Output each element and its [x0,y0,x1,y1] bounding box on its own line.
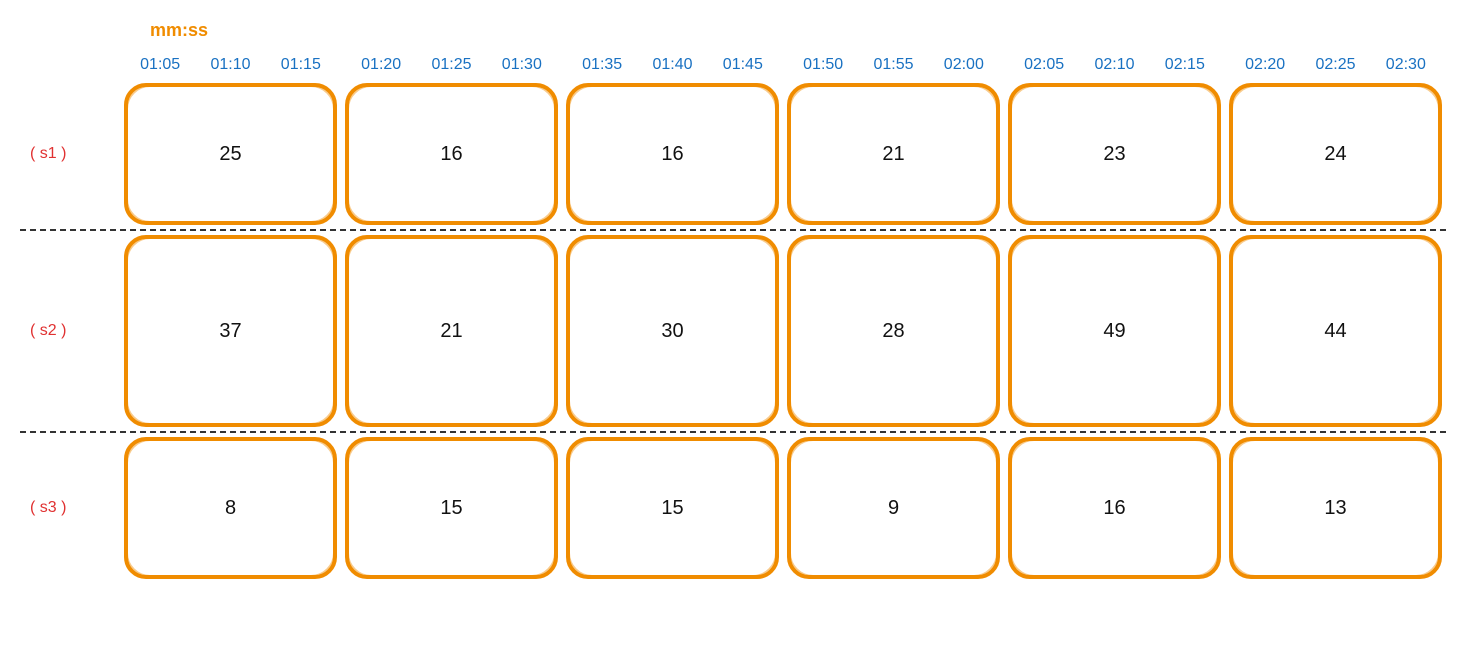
cell-s1-4: 23 [1008,83,1221,225]
time-header-col-1: 01:20 01:25 01:30 [341,56,562,79]
time-tick: 01:55 [873,56,913,74]
cell-s1-1: 16 [345,83,558,225]
cell-s1-5: 24 [1229,83,1442,225]
time-tick: 01:25 [431,56,471,74]
time-tick: 01:50 [803,56,843,74]
time-header-col-4: 02:05 02:10 02:15 [1004,56,1225,79]
row-label-s2: ( s2 ) [20,231,120,431]
time-tick: 01:20 [361,56,401,74]
cell-s1-0: 25 [124,83,337,225]
time-format-label: mm:ss [120,20,341,41]
chart-grid: mm:ss 01:05 01:10 01:15 01:20 01:25 01:3… [20,20,1446,583]
cell-s2-1: 21 [345,235,558,427]
row-label-s3: ( s3 ) [20,433,120,583]
time-tick: 02:25 [1315,56,1355,74]
time-tick: 01:35 [582,56,622,74]
time-header-col-5: 02:20 02:25 02:30 [1225,56,1446,79]
cell-s1-3: 21 [787,83,1000,225]
cell-s3-3: 9 [787,437,1000,579]
time-tick: 02:00 [944,56,984,74]
time-header-col-2: 01:35 01:40 01:45 [562,56,783,79]
time-tick: 01:45 [723,56,763,74]
cell-s3-0: 8 [124,437,337,579]
cell-s2-5: 44 [1229,235,1442,427]
cell-s3-2: 15 [566,437,779,579]
row-label-s1: ( s1 ) [20,79,120,229]
corner-empty [20,20,120,56]
cell-s3-5: 13 [1229,437,1442,579]
time-header-col-3: 01:50 01:55 02:00 [783,56,1004,79]
time-tick: 01:30 [502,56,542,74]
time-tick: 02:30 [1386,56,1426,74]
time-tick: 01:15 [281,56,321,74]
cell-s2-2: 30 [566,235,779,427]
time-tick: 01:10 [210,56,250,74]
time-tick: 02:10 [1094,56,1134,74]
cell-s2-3: 28 [787,235,1000,427]
time-tick: 02:20 [1245,56,1285,74]
time-header-col-0: 01:05 01:10 01:15 [120,56,341,79]
time-tick: 01:05 [140,56,180,74]
time-tick: 01:40 [652,56,692,74]
time-tick: 02:05 [1024,56,1064,74]
time-tick: 02:15 [1165,56,1205,74]
cell-s3-4: 16 [1008,437,1221,579]
cell-s1-2: 16 [566,83,779,225]
cell-s3-1: 15 [345,437,558,579]
cell-s2-0: 37 [124,235,337,427]
cell-s2-4: 49 [1008,235,1221,427]
corner-empty-2 [20,56,120,79]
